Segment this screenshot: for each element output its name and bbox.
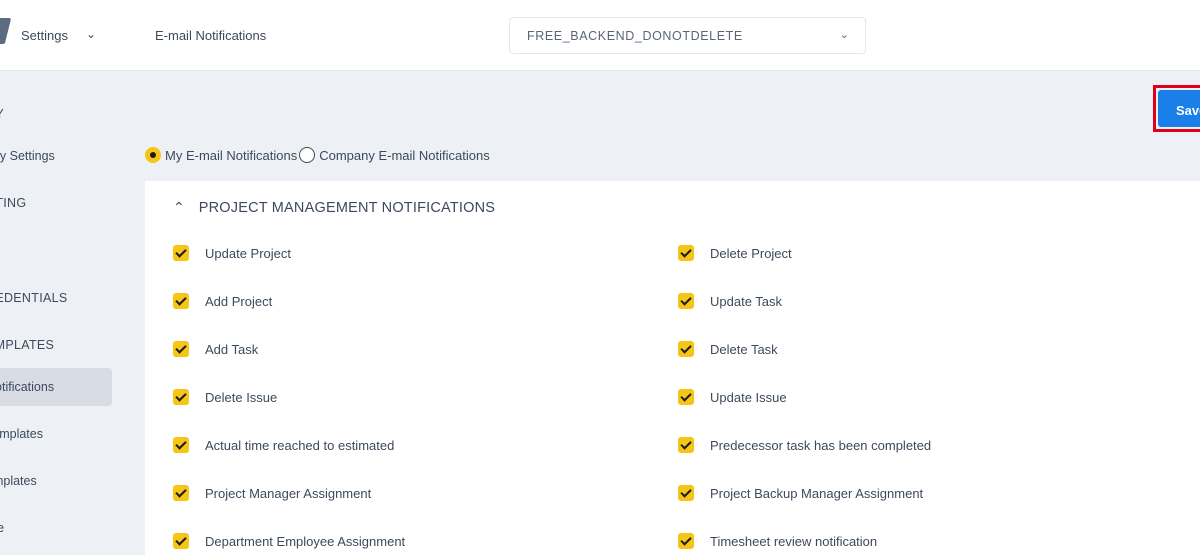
notification-label: Delete Project — [710, 245, 792, 261]
notification-scope-radios: My E-mail Notifications Company E-mail N… — [145, 147, 492, 163]
page-title: E-mail Notifications — [155, 28, 267, 43]
sidebar-header: Settings ⌄ — [0, 0, 136, 71]
save-button[interactable]: Save — [1158, 90, 1200, 127]
checkbox[interactable] — [678, 389, 694, 405]
notification-label: Timesheet review notification — [710, 533, 878, 549]
notification-row: Department Employee Assignment — [173, 533, 405, 549]
chevron-down-icon: ⌄ — [839, 29, 849, 41]
checkbox[interactable] — [678, 293, 694, 309]
notification-label: Project Backup Manager Assignment — [710, 485, 924, 501]
notification-label: Predecessor task has been completed — [710, 437, 932, 453]
notification-label: Delete Issue — [205, 389, 278, 405]
checkbox[interactable] — [173, 533, 189, 549]
notification-row: Project Manager Assignment — [173, 485, 371, 501]
sidebar-heading-credentials: REDENTIALS — [0, 291, 68, 305]
checkbox[interactable] — [678, 437, 694, 453]
notification-row: Timesheet review notification — [678, 533, 877, 549]
checkbox[interactable] — [173, 341, 189, 357]
notification-label: Update Issue — [710, 389, 787, 405]
notification-row: Add Task — [173, 341, 258, 357]
app-logo — [0, 18, 12, 44]
notification-label: Actual time reached to estimated — [205, 437, 395, 453]
sidebar-item-email-notifications[interactable]: Notifications — [0, 380, 54, 394]
notification-row: Project Backup Manager Assignment — [678, 485, 923, 501]
sidebar-heading-templates: EMPLATES — [0, 338, 55, 352]
checkbox[interactable] — [173, 389, 189, 405]
notification-row: Update Task — [678, 293, 782, 309]
top-header: E-mail Notifications FREE_BACKEND_DONOTD… — [136, 0, 1200, 71]
notification-label: Update Task — [710, 293, 783, 309]
save-button-highlight: Save — [1153, 85, 1200, 132]
radio-my-notifications[interactable] — [145, 147, 161, 163]
sidebar-item-company-settings[interactable]: any Settings — [0, 149, 55, 163]
sidebar: Settings ⌄ NY any Settings NTING E REDEN… — [0, 0, 136, 555]
notification-label: Update Project — [205, 245, 291, 261]
notification-row: Actual time reached to estimated — [173, 437, 394, 453]
checkbox[interactable] — [173, 245, 189, 261]
notification-row: Predecessor task has been completed — [678, 437, 931, 453]
notification-row: Update Issue — [678, 389, 787, 405]
notification-row: Update Project — [173, 245, 291, 261]
checkbox[interactable] — [173, 485, 189, 501]
notification-label: Add Task — [205, 341, 259, 357]
sidebar-item-templates-2[interactable]: emplates — [0, 474, 37, 488]
radio-company-notifications-label[interactable]: Company E-mail Notifications — [319, 148, 490, 163]
notification-row: Add Project — [173, 293, 272, 309]
notification-label: Add Project — [205, 293, 273, 309]
section-header[interactable]: ⌃ PROJECT MANAGEMENT NOTIFICATIONS — [173, 199, 495, 216]
sidebar-heading-accounting: NTING — [0, 196, 27, 210]
checkbox[interactable] — [678, 533, 694, 549]
chevron-up-icon[interactable]: ⌃ — [173, 199, 185, 216]
notification-label: Project Manager Assignment — [205, 485, 372, 501]
notification-label: Delete Task — [710, 341, 778, 357]
checkbox[interactable] — [678, 485, 694, 501]
chevron-down-icon[interactable]: ⌄ — [86, 27, 96, 41]
radio-my-notifications-label[interactable]: My E-mail Notifications — [165, 148, 297, 163]
checkbox[interactable] — [173, 293, 189, 309]
settings-menu-label[interactable]: Settings — [21, 28, 68, 43]
company-select-value: FREE_BACKEND_DONOTDELETE — [527, 29, 743, 43]
radio-company-notifications[interactable] — [299, 147, 316, 163]
checkbox[interactable] — [173, 437, 189, 453]
sidebar-item-signature[interactable]: ure — [0, 521, 4, 535]
section-title: PROJECT MANAGEMENT NOTIFICATIONS — [198, 199, 496, 216]
sidebar-item-templates[interactable]: Templates — [0, 427, 43, 441]
notifications-panel: ⌃ PROJECT MANAGEMENT NOTIFICATIONS Updat… — [145, 181, 1200, 555]
notification-row: Delete Issue — [173, 389, 277, 405]
notification-row: Delete Project — [678, 245, 792, 261]
checkbox[interactable] — [678, 341, 694, 357]
company-select[interactable]: FREE_BACKEND_DONOTDELETE ⌄ — [509, 17, 866, 54]
notification-label: Department Employee Assignment — [205, 533, 406, 549]
checkbox[interactable] — [678, 245, 694, 261]
notification-row: Delete Task — [678, 341, 778, 357]
sidebar-heading-company: NY — [0, 107, 4, 121]
